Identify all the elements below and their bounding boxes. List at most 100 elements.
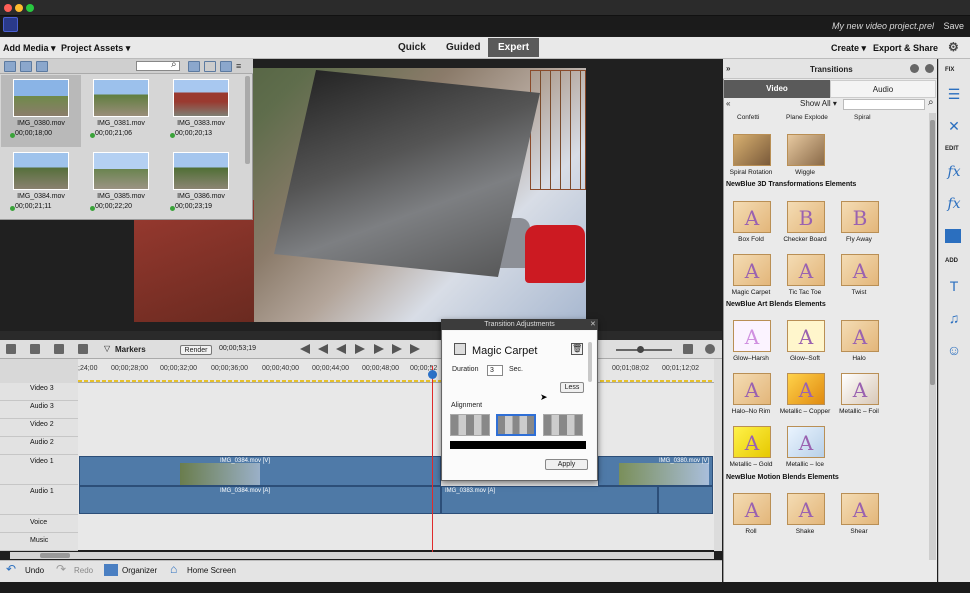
trash-icon[interactable]: 🗑 — [571, 343, 583, 355]
transition-tile[interactable]: A Glow–Harsh — [723, 320, 779, 370]
zoom-slider[interactable] — [616, 349, 672, 351]
mode-expert[interactable]: Expert — [488, 38, 540, 57]
delete-icon[interactable] — [78, 344, 88, 354]
dialog-close-icon[interactable]: ✕ — [590, 320, 596, 328]
transition-tile[interactable]: Wiggle — [777, 134, 833, 184]
organizer-button[interactable]: Organizer — [122, 566, 157, 575]
trash-icon[interactable] — [204, 61, 216, 72]
home-icon[interactable]: ⌂ — [170, 562, 177, 576]
track-header-video3[interactable]: Video 3 — [0, 383, 78, 401]
asset-item[interactable]: IMG_0383.mov 00;00;20;13 — [161, 75, 241, 147]
redo-icon[interactable]: ↷ — [56, 562, 66, 576]
export-share-menu[interactable]: Export & Share — [873, 43, 938, 53]
asset-item[interactable]: IMG_0384.mov 00;00;21;11 — [1, 148, 81, 220]
new-folder-icon[interactable] — [188, 61, 200, 72]
add-media-menu[interactable]: Add Media ▾ — [3, 43, 56, 54]
help-icon[interactable] — [705, 344, 715, 354]
apply-button[interactable]: Apply — [545, 459, 588, 470]
asset-item[interactable]: IMG_0380.mov 00;00;18;00 — [1, 75, 81, 147]
settings-gear-icon[interactable]: ⚙ — [948, 40, 959, 54]
transition-tile[interactable]: A Magic Carpet — [723, 254, 779, 304]
transition-tile[interactable]: B Checker Board — [777, 201, 833, 251]
playhead-handle[interactable] — [428, 370, 437, 379]
less-button[interactable]: Less — [560, 382, 584, 393]
panel-menu-icon[interactable] — [910, 64, 919, 73]
track-header-audio1[interactable]: Audio 1 — [0, 485, 78, 515]
transitions-search-input[interactable] — [843, 99, 925, 110]
transition-preview-icon[interactable] — [454, 343, 466, 355]
track-header-music[interactable]: Music — [0, 533, 78, 551]
close-window-button[interactable] — [4, 4, 12, 12]
transition-tile[interactable]: B Fly Away — [831, 201, 887, 251]
help-icon[interactable] — [925, 64, 934, 73]
transitions-icon[interactable] — [945, 229, 961, 243]
transition-tile[interactable]: A Shear — [831, 493, 887, 543]
video-clip[interactable]: IMG_0384.mov [V] — [79, 456, 441, 486]
duration-input[interactable]: 3 — [487, 365, 503, 376]
audio-clip[interactable]: IMG_0384.mov [A] — [79, 486, 441, 514]
zoom-window-button[interactable] — [26, 4, 34, 12]
asset-item[interactable]: IMG_0381.mov 00;00;21;06 — [81, 75, 161, 147]
show-all-dropdown[interactable]: Show All ▾ — [800, 99, 837, 108]
create-menu[interactable]: Create ▾ — [831, 43, 866, 54]
timeline-scroll-thumb[interactable] — [40, 553, 70, 558]
adjustments-icon[interactable]: ☰ — [945, 86, 963, 102]
transition-tile[interactable]: A Shake — [777, 493, 833, 543]
transition-tile[interactable]: A Metallic – Foil — [831, 373, 887, 423]
home-screen-button[interactable]: Home Screen — [187, 566, 236, 575]
mode-guided[interactable]: Guided — [436, 38, 490, 57]
graphics-icon[interactable]: ☺ — [945, 342, 963, 358]
transition-tile[interactable]: Spiral Rotation — [723, 134, 779, 184]
minimize-window-button[interactable] — [15, 4, 23, 12]
collapse-panel-icon[interactable]: » — [726, 64, 730, 73]
transition-tile[interactable]: A Halo–No Rim — [723, 373, 779, 423]
audio-clip[interactable]: IMG_0383.mov [A] — [441, 486, 658, 514]
transition-tile[interactable]: A Halo — [831, 320, 887, 370]
pin-icon[interactable] — [220, 61, 232, 72]
tools-icon[interactable]: ✕ — [945, 118, 963, 134]
music-icon[interactable]: ♫ — [945, 310, 963, 326]
copy-icon[interactable] — [30, 344, 40, 354]
asset-item[interactable]: IMG_0385.mov 00;00;22;20 — [81, 148, 161, 220]
render-button[interactable]: Render — [180, 345, 212, 355]
organizer-icon[interactable] — [104, 564, 118, 576]
timeline-horizontal-scrollbar[interactable] — [10, 552, 714, 559]
scene-icon[interactable] — [54, 344, 64, 354]
project-assets-menu[interactable]: Project Assets ▾ — [61, 43, 130, 54]
alignment-start-option[interactable] — [450, 414, 490, 436]
mode-quick[interactable]: Quick — [388, 38, 436, 57]
titles-icon[interactable]: T — [945, 278, 963, 294]
track-header-voice[interactable]: Voice — [0, 515, 78, 533]
camera-icon[interactable] — [6, 344, 16, 354]
timeline-vertical-scrollbar[interactable] — [714, 359, 722, 551]
track-header-video1[interactable]: Video 1 — [0, 455, 78, 485]
undo-icon[interactable]: ↶ — [6, 562, 16, 576]
video-clip[interactable]: IMG_0380.mov [V] — [598, 456, 713, 486]
image-filter-icon[interactable] — [20, 61, 32, 72]
assets-scrollbar[interactable] — [245, 76, 250, 164]
tab-audio[interactable]: Audio — [830, 80, 936, 98]
transition-tile[interactable]: A Metallic – Ice — [777, 426, 833, 476]
timeline-settings-icon[interactable] — [683, 344, 693, 354]
track-header-audio2[interactable]: Audio 2 — [0, 437, 78, 455]
transition-tile[interactable]: A Roll — [723, 493, 779, 543]
save-button[interactable]: Save — [943, 21, 964, 31]
dialog-title[interactable]: Transition Adjustments — [441, 319, 598, 330]
audio-clip[interactable] — [658, 486, 713, 514]
undo-button[interactable]: Undo — [25, 566, 44, 575]
track-header-audio3[interactable]: Audio 3 — [0, 401, 78, 419]
dialog-scrollbar[interactable] — [588, 342, 592, 382]
transition-tile[interactable]: A Metallic – Gold — [723, 426, 779, 476]
track-header-video2[interactable]: Video 2 — [0, 419, 78, 437]
playhead-line[interactable] — [432, 366, 433, 552]
search-icon[interactable]: ⌕ — [928, 97, 934, 108]
transition-tile[interactable]: A Tic Tac Toe — [777, 254, 833, 304]
asset-item[interactable]: IMG_0386.mov 00;00;23;19 — [161, 148, 241, 220]
panel-menu-icon[interactable]: ≡ — [236, 61, 248, 72]
transition-tile[interactable]: A Glow–Soft — [777, 320, 833, 370]
zoom-slider-handle[interactable] — [637, 346, 644, 353]
audio-filter-icon[interactable] — [36, 61, 48, 72]
back-icon[interactable]: « — [726, 99, 730, 108]
effects-icon[interactable]: fx — [945, 196, 963, 212]
marker-icon[interactable]: ▽ — [104, 344, 110, 353]
